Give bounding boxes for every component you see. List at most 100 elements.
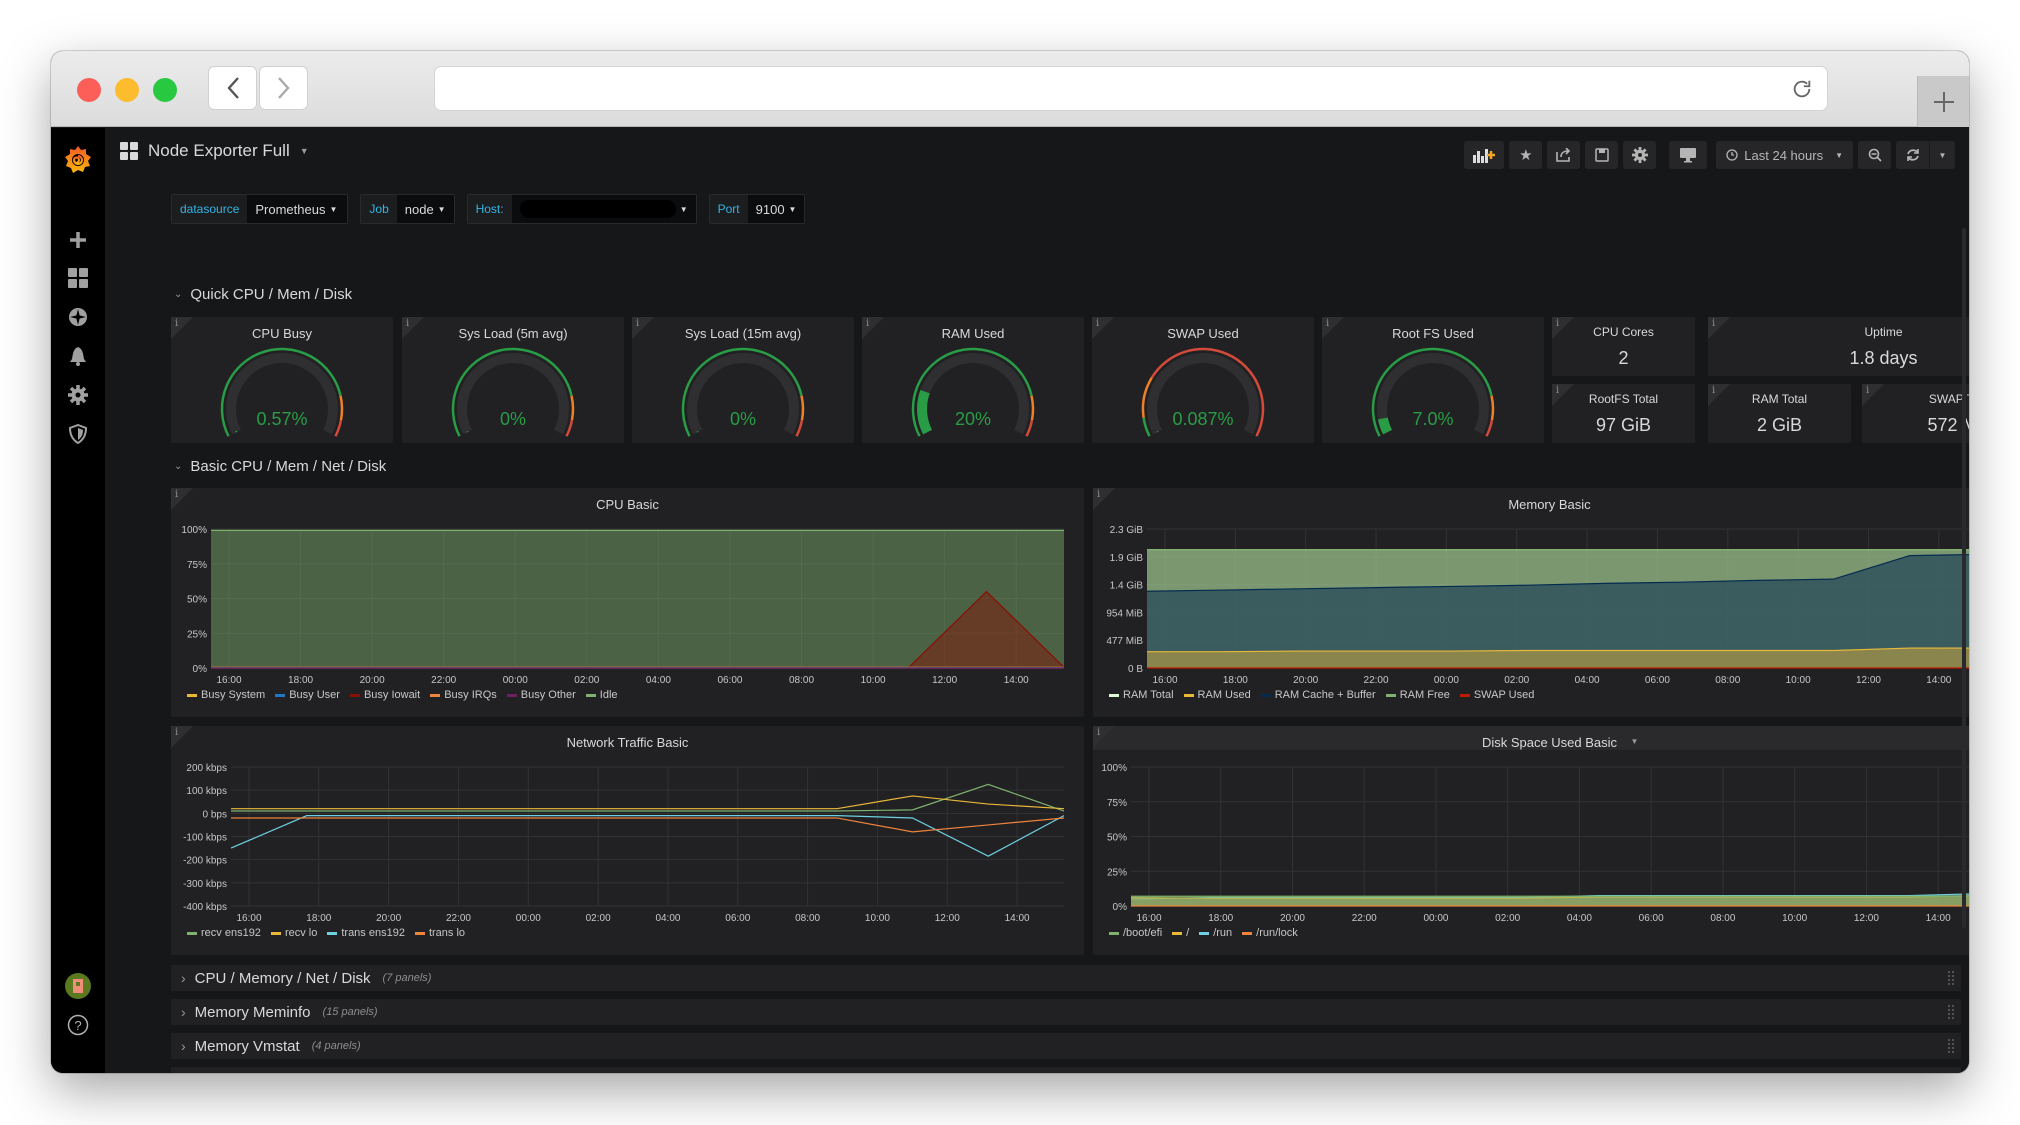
grafana-logo[interactable] (51, 140, 105, 180)
drag-handle-icon[interactable] (1947, 1004, 1955, 1020)
legend-item[interactable]: Busy IRQs (430, 689, 497, 701)
close-window-button[interactable] (77, 78, 101, 102)
sidebar-configuration[interactable] (51, 378, 105, 412)
gauge-value: 0% (499, 409, 526, 429)
legend-item[interactable]: recv ens192 (187, 927, 261, 939)
save-dashboard-button[interactable] (1585, 141, 1619, 169)
legend-item[interactable]: Busy Iowait (349, 689, 420, 701)
legend-item[interactable]: RAM Free (1385, 689, 1450, 701)
legend-item[interactable]: /run (1199, 927, 1232, 939)
legend-item[interactable]: / (1172, 927, 1189, 939)
collapsed-row[interactable]: › CPU / Memory / Net / Disk (7 panels) (171, 965, 1961, 991)
legend-item[interactable]: /boot/efi (1109, 927, 1162, 939)
plus-icon (70, 232, 86, 248)
legend-label: /boot/efi (1123, 927, 1163, 939)
legend-item[interactable]: Busy Other (506, 689, 576, 701)
new-tab-button[interactable] (1917, 76, 1969, 127)
row-title: Quick CPU / Mem / Disk (190, 286, 353, 303)
legend-swatch (1172, 931, 1183, 935)
legend-item[interactable]: Busy User (275, 689, 340, 701)
chevron-right-icon: › (181, 1004, 186, 1020)
dashboard-title: Node Exporter Full (148, 141, 290, 160)
drag-handle-icon[interactable] (1947, 1038, 1955, 1054)
stat-value: 1.8 days (1849, 348, 1918, 368)
maximize-window-button[interactable] (153, 78, 177, 102)
x-tick-label: 14:00 (1005, 913, 1030, 924)
legend-item[interactable]: RAM Cache + Buffer (1260, 689, 1376, 701)
collapsed-row[interactable]: ›System Timesync(4 panels) (171, 1067, 1961, 1073)
sidebar-server-admin[interactable] (51, 417, 105, 451)
x-tick-label: 20:00 (360, 675, 385, 686)
chart-legend: Busy System Busy User Busy Iowait Busy IRQs… (187, 689, 618, 701)
sidebar-alerting[interactable] (51, 339, 105, 373)
legend-label: trans ens192 (341, 927, 405, 939)
chevron-right-icon (277, 77, 290, 99)
x-tick-label: 06:00 (1639, 913, 1664, 924)
collapsed-row[interactable]: › Memory Meminfo (15 panels) (171, 999, 1961, 1025)
add-panel-icon (1473, 149, 1496, 163)
legend-item[interactable]: /run/lock (1242, 927, 1298, 939)
legend-item[interactable]: SWAP Used (1459, 689, 1534, 701)
variable-port: Port 9100 ▼ (708, 194, 806, 224)
drag-handle-icon[interactable] (1947, 970, 1955, 986)
legend-item[interactable]: RAM Total (1109, 689, 1174, 701)
time-range-picker[interactable]: Last 24 hours ▼ (1716, 141, 1853, 169)
x-tick-label: 18:00 (306, 913, 331, 924)
page-scrollbar[interactable] (1962, 228, 1966, 928)
row-quick-cpu-mem-disk[interactable]: ⌄ Quick CPU / Mem / Disk (174, 286, 352, 303)
forward-button[interactable] (259, 66, 308, 110)
sidebar-dashboards[interactable] (51, 261, 105, 295)
legend-item[interactable]: recv lo (270, 927, 317, 939)
chart-svg: 0% 25% 50% 75% 100% 16:00 18:00 20:00 22:00 00:00… (181, 525, 1065, 686)
x-tick-label: 16:00 (1136, 913, 1161, 924)
sidebar-create[interactable] (51, 223, 105, 257)
gauge-panel: i SWAP Used 0.087% (1092, 317, 1314, 443)
legend-label: Idle (599, 689, 618, 701)
refresh-button[interactable] (1896, 141, 1929, 169)
sidebar-help[interactable]: ? (51, 1008, 105, 1042)
star-dashboard-button[interactable]: ★ (1509, 141, 1543, 169)
x-tick-label: 18:00 (1223, 675, 1248, 686)
svg-text:?: ? (74, 1018, 81, 1033)
minimize-window-button[interactable] (115, 78, 139, 102)
variable-job-select[interactable]: node ▼ (396, 195, 454, 223)
legend-item[interactable]: trans ens192 (327, 927, 405, 939)
sidebar-explore[interactable] (51, 300, 105, 334)
legend-label: recv ens192 (201, 927, 261, 939)
variable-value: node (404, 201, 434, 217)
caret-down-icon: ▼ (1835, 150, 1843, 160)
panel-title: CPU Cores (1593, 325, 1654, 339)
plus-icon (1933, 91, 1954, 112)
x-tick-label: 22:00 (446, 913, 471, 924)
legend-item[interactable]: trans lo (414, 927, 465, 939)
variable-datasource-select[interactable]: Prometheus ▼ (247, 195, 348, 223)
drag-handle-icon[interactable] (1947, 1072, 1955, 1073)
add-panel-button[interactable] (1464, 141, 1505, 169)
panel-title: Uptime (1864, 325, 1903, 339)
dashboard-settings-button[interactable] (1623, 141, 1657, 169)
collapsed-row[interactable]: › Memory Vmstat (4 panels) (171, 1033, 1961, 1059)
back-button[interactable] (208, 66, 257, 110)
variable-label: Host: (475, 202, 504, 216)
refresh-interval-dropdown[interactable]: ▼ (1929, 141, 1955, 169)
user-avatar[interactable] (51, 968, 105, 1004)
variable-host-select[interactable]: ▼ (511, 195, 696, 223)
row-basic-cpu-mem-net-disk[interactable]: ⌄ Basic CPU / Mem / Net / Disk (174, 458, 386, 475)
gauge-panel: i Root FS Used 7.0% (1322, 317, 1544, 443)
tv-mode-button[interactable] (1669, 141, 1708, 169)
legend-item[interactable]: Busy System (187, 689, 265, 701)
share-dashboard-button[interactable] (1547, 141, 1581, 169)
bell-icon (70, 347, 86, 366)
reload-icon[interactable] (1791, 78, 1813, 100)
y-tick-label: 75% (187, 560, 207, 571)
address-bar[interactable] (434, 66, 1828, 111)
legend-item[interactable]: Idle (585, 689, 618, 701)
legend-item[interactable]: RAM Used (1183, 689, 1251, 701)
compass-icon (69, 308, 87, 326)
variable-port-select[interactable]: 9100 ▼ (747, 195, 805, 223)
y-tick-label: -100 kbps (183, 833, 227, 844)
dashboard-picker[interactable]: Node Exporter Full ▼ (120, 141, 309, 161)
legend-swatch (187, 693, 197, 697)
zoom-out-button[interactable] (1858, 141, 1891, 169)
legend-swatch (1242, 931, 1253, 935)
